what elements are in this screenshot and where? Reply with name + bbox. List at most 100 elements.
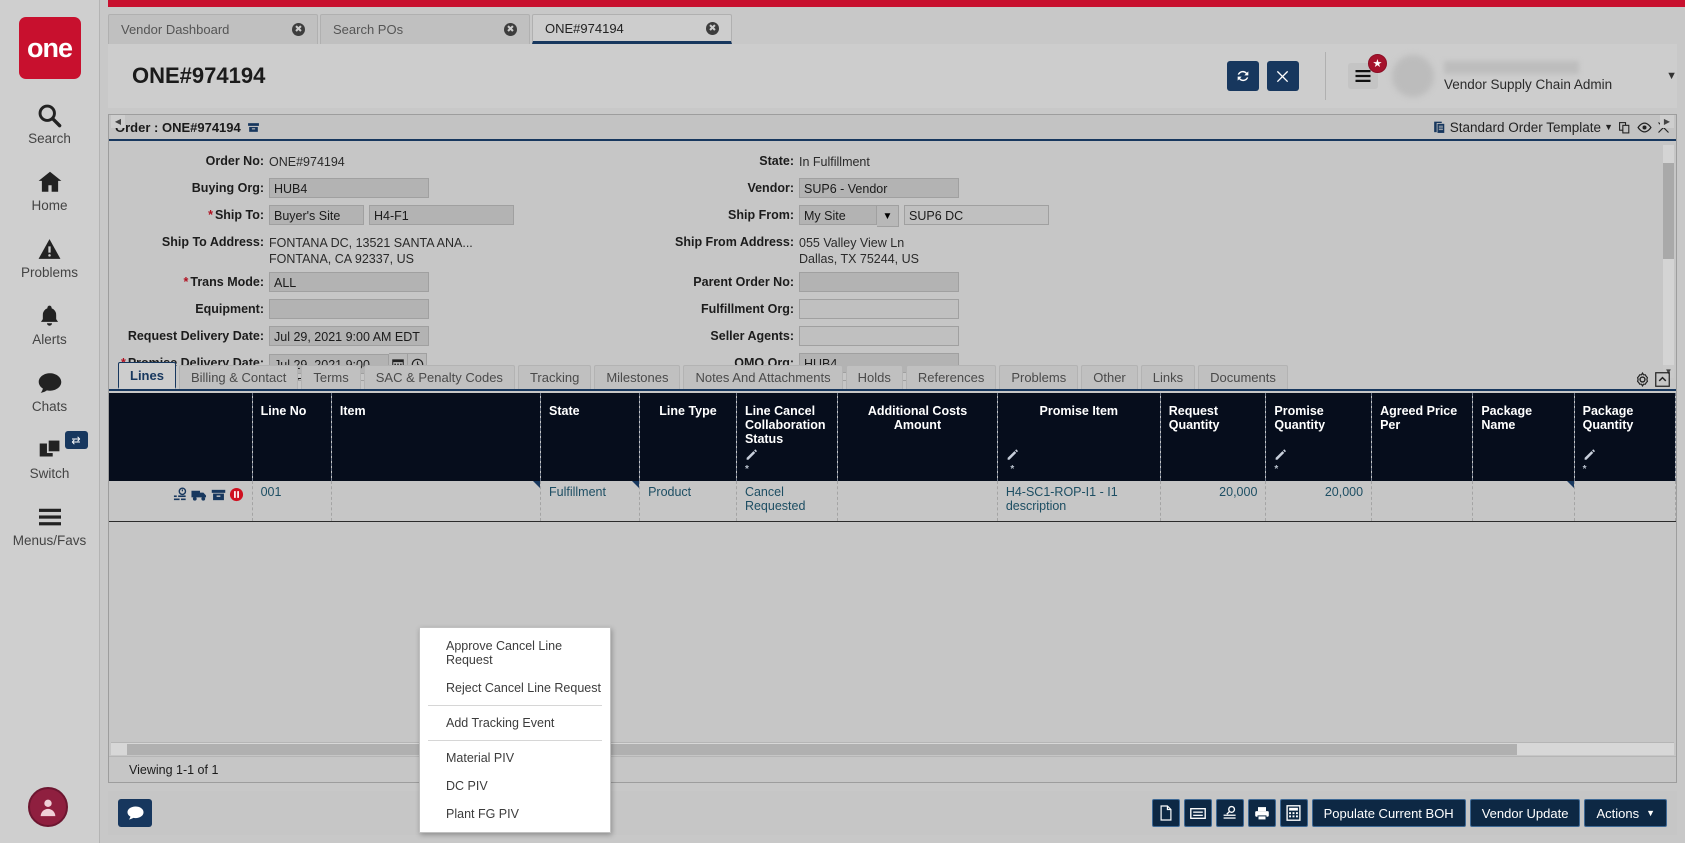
cell-line-no[interactable]: 001 (252, 481, 331, 521)
menu-item-approve-cancel-line-request[interactable]: Approve Cancel Line Request (420, 632, 610, 674)
cell-promise-quantity[interactable]: 20,000 (1266, 481, 1372, 521)
tab-links[interactable]: Links (1141, 365, 1195, 389)
tab-other[interactable]: Other (1081, 365, 1138, 389)
column-header-promise-item[interactable]: Promise Item* (997, 393, 1160, 481)
copy-icon[interactable] (1618, 121, 1632, 134)
search-list-icon[interactable] (1216, 799, 1244, 827)
menu-item-plant-fg-piv[interactable]: Plant FG PIV (420, 800, 610, 828)
switch-badge[interactable]: ⇄ (65, 431, 88, 449)
chat-icon[interactable] (118, 799, 152, 827)
form-select-ship-from[interactable]: My Site▼ (799, 205, 899, 227)
form-input-ship-to-type[interactable]: Buyer's Site (269, 205, 364, 225)
template-selector[interactable]: Standard Order Template ▼ (1433, 120, 1613, 135)
column-header-item[interactable]: Item (331, 393, 540, 481)
sidebar-item-problems[interactable]: Problems (0, 234, 100, 280)
edit-pencil-icon[interactable]: * (1006, 448, 1019, 475)
tab-close-icon[interactable]: ✖ (706, 22, 719, 35)
sidebar-item-chats[interactable]: Chats (0, 368, 100, 414)
tab-problems[interactable]: Problems (999, 365, 1078, 389)
form-scrollbar-thumb[interactable] (1663, 163, 1674, 259)
column-header-agreed-price-per[interactable]: Agreed Price Per (1372, 393, 1473, 481)
horizontal-scrollbar-thumb[interactable] (127, 744, 1517, 755)
hscroll-right-arrow[interactable]: ▶ (1660, 115, 1674, 128)
edit-pencil-icon[interactable]: * (745, 448, 758, 475)
form-input-trans-mode[interactable]: ALL (269, 272, 429, 292)
chevron-down-icon[interactable]: ▼ (1604, 122, 1613, 132)
tab-lines[interactable]: Lines (118, 362, 176, 389)
cell-line-cancel-status[interactable]: Cancel Requested (736, 481, 837, 521)
column-header-request-quantity[interactable]: Request Quantity (1160, 393, 1266, 481)
form-input-parent-order-no[interactable] (799, 272, 959, 292)
form-input-buying-org[interactable]: HUB4 (269, 178, 429, 198)
hamburger-icon[interactable]: ★ (1348, 63, 1378, 89)
sidebar-item-search[interactable]: Search (0, 100, 100, 146)
box-icon[interactable] (211, 488, 226, 502)
truck-icon[interactable] (191, 488, 208, 502)
form-input-vendor[interactable]: SUP6 - Vendor (799, 178, 959, 198)
chevron-down-icon[interactable]: ▼ (877, 205, 899, 227)
menu-item-add-tracking-event[interactable]: Add Tracking Event (420, 709, 610, 737)
gear-icon[interactable] (1635, 372, 1650, 387)
form-input-equipment[interactable] (269, 299, 429, 319)
archive-icon[interactable] (247, 121, 260, 134)
column-header-line-type[interactable]: Line Type (640, 393, 737, 481)
form-input-seller-agents[interactable] (799, 326, 959, 346)
collapse-icon[interactable] (1655, 372, 1670, 387)
menu-item-reject-cancel-line-request[interactable]: Reject Cancel Line Request (420, 674, 610, 702)
edit-pencil-icon[interactable]: * (1583, 448, 1596, 475)
column-header-promise-quantity[interactable]: Promise Quantity* (1266, 393, 1372, 481)
keyboard-icon[interactable] (1184, 799, 1212, 827)
cell-line-type[interactable]: Product (640, 481, 737, 521)
app-logo[interactable]: one (19, 17, 81, 79)
actions-button[interactable]: Actions ▼ (1584, 799, 1667, 827)
column-header-state[interactable]: State (541, 393, 640, 481)
cell-promise-item[interactable]: H4-SC1-ROP-I1 - I1 description (997, 481, 1160, 521)
user-block[interactable]: Vendor Supply Chain Admin ▼ (1392, 55, 1677, 97)
cell-request-quantity[interactable]: 20,000 (1160, 481, 1266, 521)
tab-notes-and-attachments[interactable]: Notes And Attachments (683, 365, 842, 389)
form-input-ship-to-value[interactable]: H4-F1 (369, 205, 514, 225)
hold-icon[interactable] (229, 487, 244, 502)
user-avatar-bottom[interactable] (28, 787, 68, 827)
print-icon[interactable] (1248, 799, 1276, 827)
calculator-icon[interactable] (1280, 799, 1308, 827)
tab-terms[interactable]: Terms (301, 365, 360, 389)
table-row[interactable]: 001 FulfillmentProductCancel Requested H4-… (109, 481, 1676, 521)
column-header-line-cancel-collaboration-status[interactable]: Line Cancel Collaboration Status* (736, 393, 837, 481)
cell-state[interactable]: Fulfillment (541, 481, 640, 521)
chevron-down-icon[interactable]: ▼ (1666, 70, 1677, 82)
tab-documents[interactable]: Documents (1198, 365, 1288, 389)
sidebar-item-home[interactable]: Home (0, 167, 100, 213)
tab-order-one974194[interactable]: ONE#974194 ✖ (532, 14, 732, 44)
cell-item[interactable] (331, 481, 540, 521)
menu-item-material-piv[interactable]: Material PIV (420, 744, 610, 772)
column-header-line-no[interactable]: Line No (252, 393, 331, 481)
tab-close-icon[interactable]: ✖ (292, 23, 305, 36)
eye-icon[interactable] (1637, 121, 1652, 134)
edit-pencil-icon[interactable]: * (1274, 448, 1287, 475)
column-header-package-quantity[interactable]: Package Quantity* (1574, 393, 1675, 481)
tab-references[interactable]: References (906, 365, 996, 389)
horizontal-scrollbar-track[interactable] (111, 742, 1674, 755)
tab-billing-contact[interactable]: Billing & Contact (179, 365, 298, 389)
refresh-icon[interactable] (1227, 61, 1259, 91)
form-input-fulfillment-org[interactable] (799, 299, 959, 319)
column-header-additional-costs-amount[interactable]: Additional Costs Amount (838, 393, 998, 481)
tab-close-icon[interactable]: ✖ (504, 23, 517, 36)
tab-tracking[interactable]: Tracking (518, 365, 591, 389)
tab-milestones[interactable]: Milestones (594, 365, 680, 389)
select-value[interactable]: My Site (799, 205, 877, 225)
sidebar-item-alerts[interactable]: Alerts (0, 301, 100, 347)
populate-current-boh-button[interactable]: Populate Current BOH (1312, 799, 1466, 827)
cell-agreed-price-per[interactable] (1372, 481, 1473, 521)
cell-package-quantity[interactable] (1574, 481, 1675, 521)
close-icon[interactable] (1267, 61, 1299, 91)
schedule-icon[interactable] (173, 487, 188, 502)
row-context-menu[interactable]: Approve Cancel Line RequestReject Cancel… (419, 627, 611, 833)
column-header-row-actions[interactable] (109, 393, 252, 481)
cell-additional-costs-amount[interactable] (838, 481, 998, 521)
vendor-update-button[interactable]: Vendor Update (1470, 799, 1581, 827)
form-input-ship-from-site[interactable]: SUP6 DC (904, 205, 1049, 225)
tab-vendor-dashboard[interactable]: Vendor Dashboard ✖ (108, 14, 318, 44)
column-header-package-name[interactable]: Package Name (1473, 393, 1574, 481)
